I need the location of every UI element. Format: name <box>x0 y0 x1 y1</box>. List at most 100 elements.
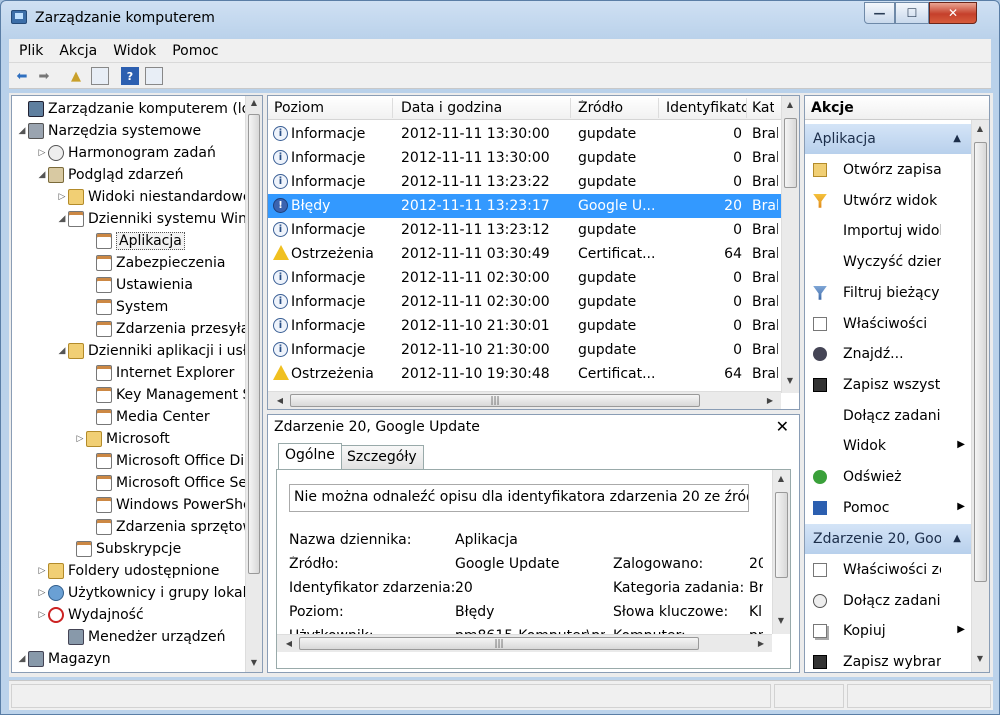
tree-item[interactable]: ▷ Harmonogram zadań <box>36 142 216 164</box>
tree-item[interactable]: Zdarzenia przesyłane dalej <box>84 318 262 340</box>
table-row[interactable]: ! Błędy 2012-11-11 13:23:17 Google U... 20 Br… <box>268 194 781 218</box>
action-item[interactable]: Zapisz wybrane zdarzenia... <box>805 648 971 673</box>
action-item[interactable]: Widok ▶ <box>805 432 971 462</box>
tree-item[interactable]: ◢ Dzienniki aplikacji i usług <box>56 340 262 362</box>
tree-item[interactable]: Key Management Service <box>84 384 262 406</box>
expand-arrow-icon[interactable]: ▷ <box>36 610 48 620</box>
table-row[interactable]: Ostrzeżenia 2012-11-11 03:30:49 Certificat… <box>268 242 781 266</box>
action-item[interactable]: Filtruj bieżący dziennik... <box>805 279 971 309</box>
tab-general[interactable]: Ogólne <box>278 443 342 469</box>
table-row[interactable]: i Informacje 2012-11-10 21:30:00 gupdate 0 Br… <box>268 338 781 362</box>
tree-item[interactable]: Zarządzanie komputerem (lokalne) <box>16 98 262 120</box>
action-item[interactable]: Znajdź... <box>805 340 971 370</box>
tree-item[interactable]: Windows PowerShell <box>84 494 259 516</box>
forward-arrow-icon[interactable]: ➡ <box>35 67 53 85</box>
expand-arrow-icon[interactable]: ◢ <box>36 170 48 180</box>
expand-arrow-icon[interactable]: ▷ <box>56 192 68 202</box>
menu-view[interactable]: Widok <box>107 43 162 59</box>
action-item[interactable]: Właściwości <box>805 310 971 340</box>
show-hide-actions-icon[interactable] <box>145 67 163 85</box>
expand-arrow-icon[interactable]: ◢ <box>56 214 68 224</box>
tree-item[interactable]: Zdarzenia sprzętowe <box>84 516 262 538</box>
minimize-button[interactable]: — <box>864 2 895 24</box>
table-row[interactable]: i Informacje 2012-11-10 21:30:01 gupdate 0 Br… <box>268 314 781 338</box>
tree-item[interactable]: ▷ Microsoft <box>74 428 170 450</box>
table-row[interactable]: Ostrzeżenia 2012-11-10 19:30:48 Certificat… <box>268 362 781 386</box>
maximize-button[interactable]: ☐ <box>895 2 929 24</box>
action-item[interactable]: Importuj widok niestandardowy... <box>805 217 971 247</box>
section-event[interactable]: Zdarzenie 20, Google Update ▲ <box>805 524 971 554</box>
show-hide-tree-icon[interactable] <box>91 67 109 85</box>
table-row[interactable]: i Informacje 2012-11-11 13:30:00 gupdate 0 Br… <box>268 122 781 146</box>
action-item[interactable]: Utwórz widok niestandardowy... <box>805 187 971 217</box>
list-horizontal-scrollbar[interactable]: ◀ ||| ▶ <box>268 391 781 409</box>
actions-vertical-scrollbar[interactable]: ▲ ▼ <box>971 120 989 672</box>
tree-item[interactable]: ▷ Użytkownicy i grupy lokalne <box>36 582 262 604</box>
tree-vertical-scrollbar[interactable]: ▲ ▼ <box>245 96 262 672</box>
tree-item[interactable]: Microsoft Office Diagnostics <box>84 450 262 472</box>
expand-arrow-icon[interactable]: ▷ <box>36 566 48 576</box>
up-folder-icon[interactable]: ▲ <box>67 67 85 85</box>
action-item[interactable]: Pomoc ▶ <box>805 494 971 524</box>
table-row[interactable]: i Informacje 2012-11-11 02:30:00 gupdate 0 Br… <box>268 266 781 290</box>
close-button[interactable]: ✕ <box>929 2 977 24</box>
section-application[interactable]: Aplikacja ▲ <box>805 124 971 154</box>
tree-item[interactable]: ◢ Podgląd zdarzeń <box>36 164 184 186</box>
tree-item[interactable]: Internet Explorer <box>84 362 234 384</box>
table-row[interactable]: i Informacje 2012-11-11 13:23:12 gupdate 0 Br… <box>268 218 781 242</box>
tree-item[interactable]: ▷ Wydajność <box>36 604 144 626</box>
detail-scroll-thumb[interactable] <box>775 492 788 578</box>
expand-arrow-icon[interactable]: ◢ <box>16 654 28 664</box>
column-date[interactable]: Data i godzina <box>401 100 569 116</box>
table-row[interactable]: i Informacje 2012-11-11 13:23:22 gupdate 0 Br… <box>268 170 781 194</box>
table-row[interactable]: i Informacje 2012-11-11 13:30:00 gupdate 0 Br… <box>268 146 781 170</box>
action-item[interactable]: Kopiuj ▶ <box>805 617 971 647</box>
menu-file[interactable]: Plik <box>13 43 49 59</box>
column-event-id[interactable]: Identyfikator... <box>666 100 746 116</box>
detail-vertical-scrollbar[interactable]: ▲ ▼ <box>772 470 790 634</box>
actions-scroll-thumb[interactable] <box>974 142 987 582</box>
action-item[interactable]: Wyczyść dziennik... <box>805 248 971 278</box>
tree-item[interactable]: System <box>84 296 168 318</box>
column-source[interactable]: Źródło <box>578 100 658 116</box>
back-arrow-icon[interactable]: ⬅ <box>13 67 31 85</box>
tree-item[interactable]: Ustawienia <box>84 274 193 296</box>
list-vertical-scrollbar[interactable]: ▲ ▼ <box>781 96 799 393</box>
detail-hscroll-thumb[interactable]: ||| <box>299 637 699 650</box>
expand-arrow-icon[interactable]: ◢ <box>56 346 68 356</box>
tree-item[interactable]: Microsoft Office Sessions <box>84 472 262 494</box>
expand-arrow-icon[interactable]: ◢ <box>16 126 28 136</box>
menu-action[interactable]: Akcja <box>53 43 103 59</box>
action-item[interactable]: Zapisz wszystkie zdarzenia jako... <box>805 371 971 401</box>
column-level[interactable]: Poziom <box>274 100 392 116</box>
collapse-icon[interactable]: ▲ <box>953 533 961 544</box>
tab-details[interactable]: Szczegóły <box>340 445 424 469</box>
close-detail-icon[interactable]: ✕ <box>776 417 789 436</box>
help-icon[interactable]: ? <box>121 67 139 85</box>
tree-item[interactable]: ▷ Widoki niestandardowe <box>56 186 251 208</box>
expand-arrow-icon[interactable]: ▷ <box>74 434 86 444</box>
tree-item[interactable]: Zabezpieczenia <box>84 252 225 274</box>
column-category[interactable]: Kat <box>752 100 774 116</box>
expand-arrow-icon[interactable]: ▷ <box>36 148 48 158</box>
action-item[interactable]: Dołącz zadanie do tego zdarzenia... <box>805 587 971 617</box>
expand-arrow-icon[interactable]: ▷ <box>36 588 48 598</box>
tree-item[interactable]: ◢ Dzienniki systemu Windows <box>56 208 262 230</box>
tree-item[interactable]: ▷ Foldery udostępnione <box>36 560 219 582</box>
tree-item[interactable]: ◢ Magazyn <box>16 648 111 670</box>
action-item[interactable]: Odśwież <box>805 463 971 493</box>
menu-help[interactable]: Pomoc <box>166 43 224 59</box>
tree-item[interactable]: Menedżer urządzeń <box>56 626 226 648</box>
action-item[interactable]: Otwórz zapisany dziennik... <box>805 156 971 186</box>
table-row[interactable]: i Informacje 2012-11-11 02:30:00 gupdate 0 Br… <box>268 290 781 314</box>
tree-scroll-thumb[interactable] <box>248 114 260 574</box>
list-hscroll-thumb[interactable]: ||| <box>290 394 700 407</box>
action-item[interactable]: Właściwości zdarzenia <box>805 556 971 586</box>
tree-item[interactable]: Subskrypcje <box>64 538 181 560</box>
tree-item[interactable]: ◢ Narzędzia systemowe <box>16 120 201 142</box>
detail-horizontal-scrollbar[interactable]: ◀ ||| ▶ <box>277 634 772 652</box>
tree-item[interactable]: Aplikacja <box>84 230 185 252</box>
action-item[interactable]: Dołącz zadanie do tego dziennika... <box>805 402 971 432</box>
tree-item[interactable]: Media Center <box>84 406 210 428</box>
collapse-icon[interactable]: ▲ <box>953 133 961 144</box>
